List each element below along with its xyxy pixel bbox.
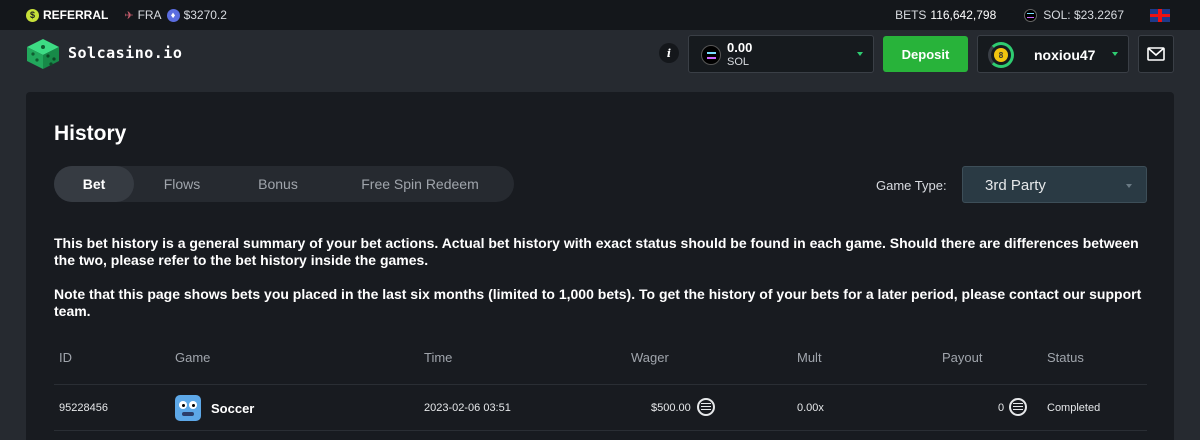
tab-bonus[interactable]: Bonus	[230, 166, 326, 202]
rocket-icon: ✈	[124, 9, 134, 22]
mail-button[interactable]	[1138, 35, 1174, 73]
soccer-game-icon[interactable]	[175, 395, 201, 421]
bet-history-note: This bet history is a general summary of…	[54, 235, 1139, 268]
logo-text[interactable]: Solcasino.io	[68, 44, 182, 62]
tab-free-spin-redeem[interactable]: Free Spin Redeem	[326, 166, 514, 202]
top-ticker-bar: $ REFERRAL ✈ FRA ♦ $3270.2 BETS 116,642,…	[0, 0, 1200, 30]
wallet-currency: SOL	[727, 56, 750, 68]
solana-coin-icon	[701, 45, 721, 65]
user-menu-dropdown[interactable]: 8 noxiou47	[977, 35, 1129, 73]
fra-label: FRA	[137, 8, 162, 22]
page-title: History	[54, 122, 127, 145]
wallet-balance-dropdown[interactable]: 0.00 SOL	[688, 35, 874, 73]
row-id: 95228456	[59, 402, 108, 414]
dollar-coin-icon: $	[26, 8, 39, 22]
column-header-time: Time	[424, 350, 453, 365]
column-header-status: Status	[1047, 350, 1084, 365]
info-icon[interactable]: i	[659, 43, 679, 63]
game-type-label: Game Type:	[876, 178, 947, 193]
chevron-down-icon	[1126, 184, 1132, 188]
wager-coin-icon	[697, 398, 715, 416]
column-header-game: Game	[175, 350, 211, 365]
solana-icon	[1024, 8, 1038, 22]
eth-price: $3270.2	[183, 8, 227, 22]
envelope-icon	[1147, 47, 1165, 61]
history-tabs: Bet Flows Bonus Free Spin Redeem	[54, 166, 514, 202]
bets-label: BETS	[895, 8, 927, 22]
site-header: Solcasino.io i 0.00 SOL Deposit 8 noxiou…	[0, 30, 1200, 78]
bets-count: 116,642,798	[930, 8, 997, 22]
vip-level-badge: 8	[994, 48, 1008, 62]
uk-flag-icon[interactable]	[1150, 8, 1170, 22]
row-mult: 0.00x	[797, 402, 824, 414]
column-header-wager: Wager	[631, 350, 669, 365]
referral-link[interactable]: REFERRAL	[43, 8, 108, 22]
table-divider	[54, 384, 1147, 385]
tab-flows[interactable]: Flows	[134, 166, 230, 202]
username: noxiou47	[1034, 47, 1096, 63]
ethereum-icon: ♦	[166, 8, 180, 22]
row-status: Completed	[1047, 402, 1101, 414]
chevron-down-icon	[857, 52, 863, 56]
wallet-amount: 0.00	[727, 40, 753, 55]
vip-progress-ring: 8	[988, 42, 1014, 68]
table-divider	[54, 430, 1147, 431]
column-header-id: ID	[59, 350, 72, 365]
six-months-note: Note that this page shows bets you place…	[54, 286, 1142, 319]
column-header-mult: Mult	[797, 350, 822, 365]
game-type-select[interactable]: 3rd Party	[962, 166, 1147, 203]
history-panel: History Bet Flows Bonus Free Spin Redeem…	[26, 92, 1174, 440]
tab-bet[interactable]: Bet	[54, 166, 134, 202]
deposit-button[interactable]: Deposit	[883, 36, 968, 72]
payout-coin-icon	[1009, 398, 1027, 416]
row-time: 2023-02-06 03:51	[424, 402, 511, 414]
game-type-value: 3rd Party	[985, 177, 1046, 194]
row-payout: 0	[998, 402, 1005, 414]
dice-logo-icon[interactable]	[26, 38, 60, 70]
column-header-payout: Payout	[942, 350, 983, 365]
row-game-name[interactable]: Soccer	[211, 401, 254, 416]
sol-price: SOL: $23.2267	[1043, 8, 1124, 22]
row-wager: $500.00	[651, 402, 691, 414]
chevron-down-icon	[1112, 52, 1118, 56]
